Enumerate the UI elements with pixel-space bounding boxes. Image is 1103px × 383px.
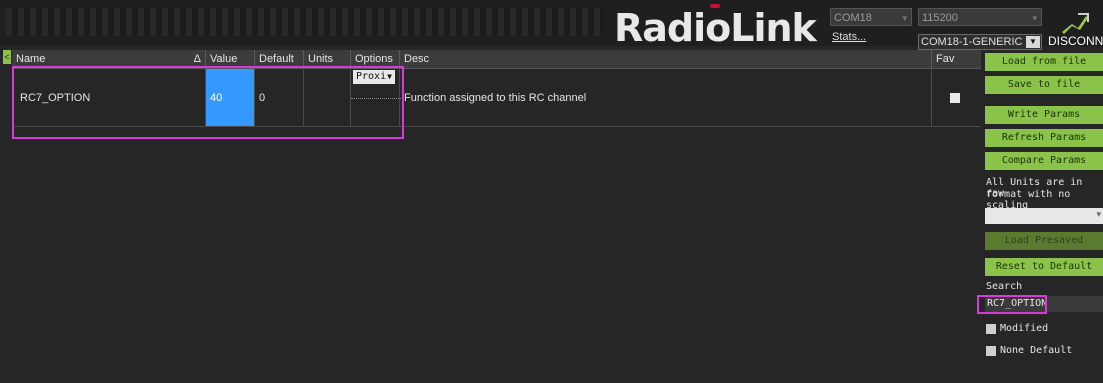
presaved-select[interactable]: ▾ <box>985 208 1103 224</box>
refresh-params-button[interactable]: Refresh Params <box>985 129 1103 147</box>
write-params-button[interactable]: Write Params <box>985 106 1103 124</box>
none-default-checkbox[interactable] <box>986 346 996 356</box>
reset-to-default-button[interactable]: Reset to Default <box>985 258 1103 276</box>
sidebar-panel: Load from file Save to file Write Params… <box>984 50 1103 383</box>
none-default-label: None Default <box>1000 345 1073 356</box>
load-presaved-button[interactable]: Load Presaved <box>985 232 1103 250</box>
row-highlight-box <box>12 66 404 139</box>
modified-checkbox[interactable] <box>986 324 996 334</box>
modified-label: Modified <box>1000 323 1049 334</box>
top-toolbar: RadioLink COM18 ▾ 115200 ▾ Stats... COM18-… <box>0 0 1103 50</box>
col-desc[interactable]: Desc <box>400 50 932 68</box>
fav-checkbox[interactable] <box>950 93 960 103</box>
connect-plug-icon[interactable] <box>1058 12 1090 34</box>
search-label: Search <box>986 281 1023 292</box>
toolbar-background <box>6 8 606 36</box>
disconnect-label[interactable]: DISCONNECT <box>1048 34 1103 48</box>
port-select[interactable]: COM18 ▾ <box>830 8 912 26</box>
search-highlight-box <box>977 295 1047 314</box>
board-select[interactable]: COM18-1-GENERIC ▼ <box>918 34 1042 50</box>
compare-params-button[interactable]: Compare Params <box>985 152 1103 170</box>
col-fav[interactable]: Fav <box>932 50 981 68</box>
fav-cell <box>932 69 981 127</box>
baud-select[interactable]: 115200 ▾ <box>918 8 1042 26</box>
save-to-file-button[interactable]: Save to file <box>985 76 1103 94</box>
stats-link[interactable]: Stats... <box>832 31 866 43</box>
load-from-file-button[interactable]: Load from file <box>985 53 1103 71</box>
collapse-arrow-icon[interactable]: < <box>3 50 11 64</box>
param-desc: Function assigned to this RC channel <box>400 69 932 127</box>
radiolink-logo: RadioLink <box>614 4 817 50</box>
